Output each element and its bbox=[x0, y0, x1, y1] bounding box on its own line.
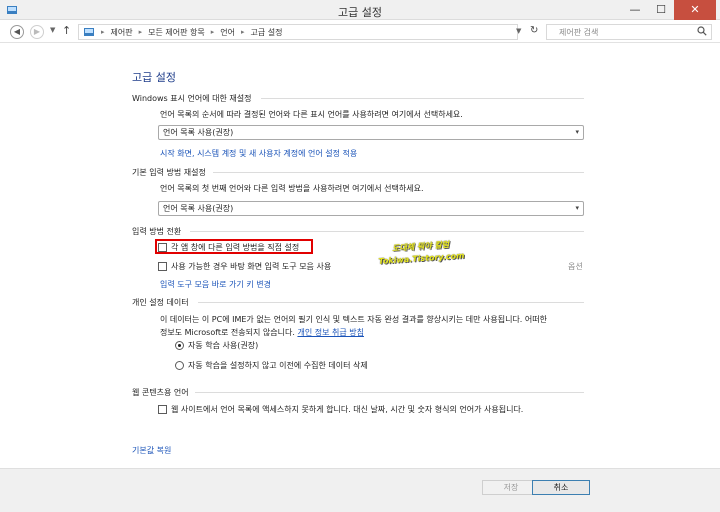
desktop-language-bar-checkbox[interactable]: 사용 가능한 경우 바탕 화면 입력 도구 모음 사용 bbox=[158, 261, 331, 272]
breadcrumb-all-items[interactable]: 모든 제어판 항목 bbox=[148, 27, 205, 38]
main-content: 고급 설정 Windows 표시 언어에 대한 재설정 언어 목록의 순서에 따… bbox=[0, 44, 720, 468]
title-bar: 고급 설정 — ☐ ✕ bbox=[0, 0, 720, 20]
block-web-language-list-checkbox[interactable]: 웹 사이트에서 언어 목록에 액세스하지 못하게 합니다. 대신 날짜, 시간 … bbox=[158, 404, 523, 415]
auto-learning-on-radio[interactable]: 자동 학습 사용(권장) bbox=[175, 340, 258, 351]
apply-language-settings-link[interactable]: 시작 화면, 시스템 계정 및 새 사용자 계정에 언어 설정 적용 bbox=[160, 148, 357, 159]
checkbox-box[interactable] bbox=[158, 262, 167, 271]
breadcrumb-separator-icon: ▸ bbox=[138, 28, 143, 36]
block-web-language-list-label: 웹 사이트에서 언어 목록에 액세스하지 못하게 합니다. 대신 날짜, 시간 … bbox=[171, 405, 524, 414]
minimize-button[interactable]: — bbox=[622, 0, 648, 20]
breadcrumb-advanced-settings[interactable]: 고급 설정 bbox=[251, 27, 283, 38]
up-arrow-icon[interactable]: ↑ bbox=[62, 24, 71, 37]
display-language-select-value: 언어 목록 사용(권장) bbox=[163, 128, 234, 137]
display-language-select[interactable]: 언어 목록 사용(권장) ▾ bbox=[158, 125, 584, 140]
window-title: 고급 설정 bbox=[338, 6, 382, 19]
restore-defaults-link[interactable]: 기본값 복원 bbox=[132, 445, 171, 456]
auto-learning-off-label: 자동 학습을 설정하지 않고 이전에 수집한 데이터 삭제 bbox=[188, 361, 368, 370]
breadcrumb-separator-icon: ▸ bbox=[101, 28, 105, 36]
breadcrumb-separator-icon: ▸ bbox=[210, 28, 215, 36]
privacy-policy-link[interactable]: 개인 정보 취급 방침 bbox=[297, 328, 364, 337]
chevron-down-icon: ▾ bbox=[575, 204, 579, 212]
forward-arrow-icon[interactable]: ▶ bbox=[30, 25, 44, 39]
watermark: 도대체 뭐야 칼럼 Tokiwa.Tistory.com bbox=[377, 238, 465, 268]
input-method-description: 언어 목록의 첫 번째 언어와 다른 입력 방법을 사용하려면 여기에서 선택하… bbox=[160, 184, 424, 193]
desktop-language-bar-label: 사용 가능한 경우 바탕 화면 입력 도구 모음 사용 bbox=[171, 262, 332, 271]
radio-button-selected[interactable] bbox=[175, 341, 184, 350]
section-divider bbox=[198, 302, 584, 303]
breadcrumb-language[interactable]: 언어 bbox=[220, 27, 235, 38]
breadcrumb-separator-icon: ▸ bbox=[240, 28, 245, 36]
maximize-button[interactable]: ☐ bbox=[648, 0, 674, 20]
section-header-web-content: 웹 콘텐츠용 언어 bbox=[132, 388, 189, 397]
address-dropdown-chevron-icon[interactable]: ▼ bbox=[516, 27, 521, 35]
recent-pages-chevron-icon[interactable]: ▼ bbox=[50, 26, 55, 34]
input-method-select[interactable]: 언어 목록 사용(권장) ▾ bbox=[158, 201, 584, 216]
language-bar-hotkeys-link[interactable]: 입력 도구 모음 바로 가기 키 변경 bbox=[160, 279, 271, 290]
footer-bar: 저장 취소 bbox=[0, 468, 720, 512]
personalization-description: 이 데이터는 이 PC에 IME가 없는 언어의 필기 인식 및 텍스트 자동 … bbox=[160, 313, 584, 339]
section-header-input-method: 기본 입력 방법 재설정 bbox=[132, 168, 206, 177]
breadcrumb[interactable]: ▸ 제어판 ▸ 모든 제어판 항목 ▸ 언어 ▸ 고급 설정 bbox=[78, 24, 518, 40]
search-icon[interactable] bbox=[697, 26, 707, 36]
cancel-button[interactable]: 취소 bbox=[532, 480, 590, 495]
close-button[interactable]: ✕ bbox=[674, 0, 716, 20]
control-panel-icon bbox=[84, 28, 94, 36]
section-divider bbox=[190, 231, 584, 232]
section-header-switching: 입력 방법 전환 bbox=[132, 227, 182, 236]
options-link[interactable]: 옵션 bbox=[568, 261, 583, 272]
address-bar: ◀ ▶ ▼ ↑ ▸ 제어판 ▸ 모든 제어판 항목 ▸ 언어 ▸ 고급 설정 ▼… bbox=[0, 21, 720, 43]
checkbox-box[interactable] bbox=[158, 405, 167, 414]
chevron-down-icon: ▾ bbox=[575, 128, 579, 136]
section-header-display-language: Windows 표시 언어에 대한 재설정 bbox=[132, 94, 252, 103]
auto-learning-off-radio[interactable]: 자동 학습을 설정하지 않고 이전에 수집한 데이터 삭제 bbox=[175, 360, 368, 371]
section-header-personalization: 개인 설정 데이터 bbox=[132, 298, 189, 307]
page-title: 고급 설정 bbox=[132, 71, 176, 84]
radio-button[interactable] bbox=[175, 361, 184, 370]
back-arrow-icon[interactable]: ◀ bbox=[10, 25, 24, 39]
search-input[interactable] bbox=[546, 24, 712, 40]
personalization-text-line2: 정보도 Microsoft로 전송되지 않습니다. bbox=[160, 328, 295, 337]
section-divider bbox=[261, 98, 584, 99]
refresh-icon[interactable]: ↻ bbox=[530, 25, 538, 36]
breadcrumb-control-panel[interactable]: 제어판 bbox=[111, 27, 133, 38]
section-divider bbox=[213, 172, 584, 173]
auto-learning-on-label: 자동 학습 사용(권장) bbox=[188, 341, 259, 350]
personalization-text-line1: 이 데이터는 이 PC에 IME가 없는 언어의 필기 인식 및 텍스트 자동 … bbox=[160, 315, 547, 324]
input-method-select-value: 언어 목록 사용(권장) bbox=[163, 204, 234, 213]
highlight-box bbox=[155, 239, 313, 254]
section-divider bbox=[195, 392, 584, 393]
display-language-description: 언어 목록의 순서에 따라 결정된 언어와 다른 표시 언어를 사용하려면 여기… bbox=[160, 110, 463, 119]
